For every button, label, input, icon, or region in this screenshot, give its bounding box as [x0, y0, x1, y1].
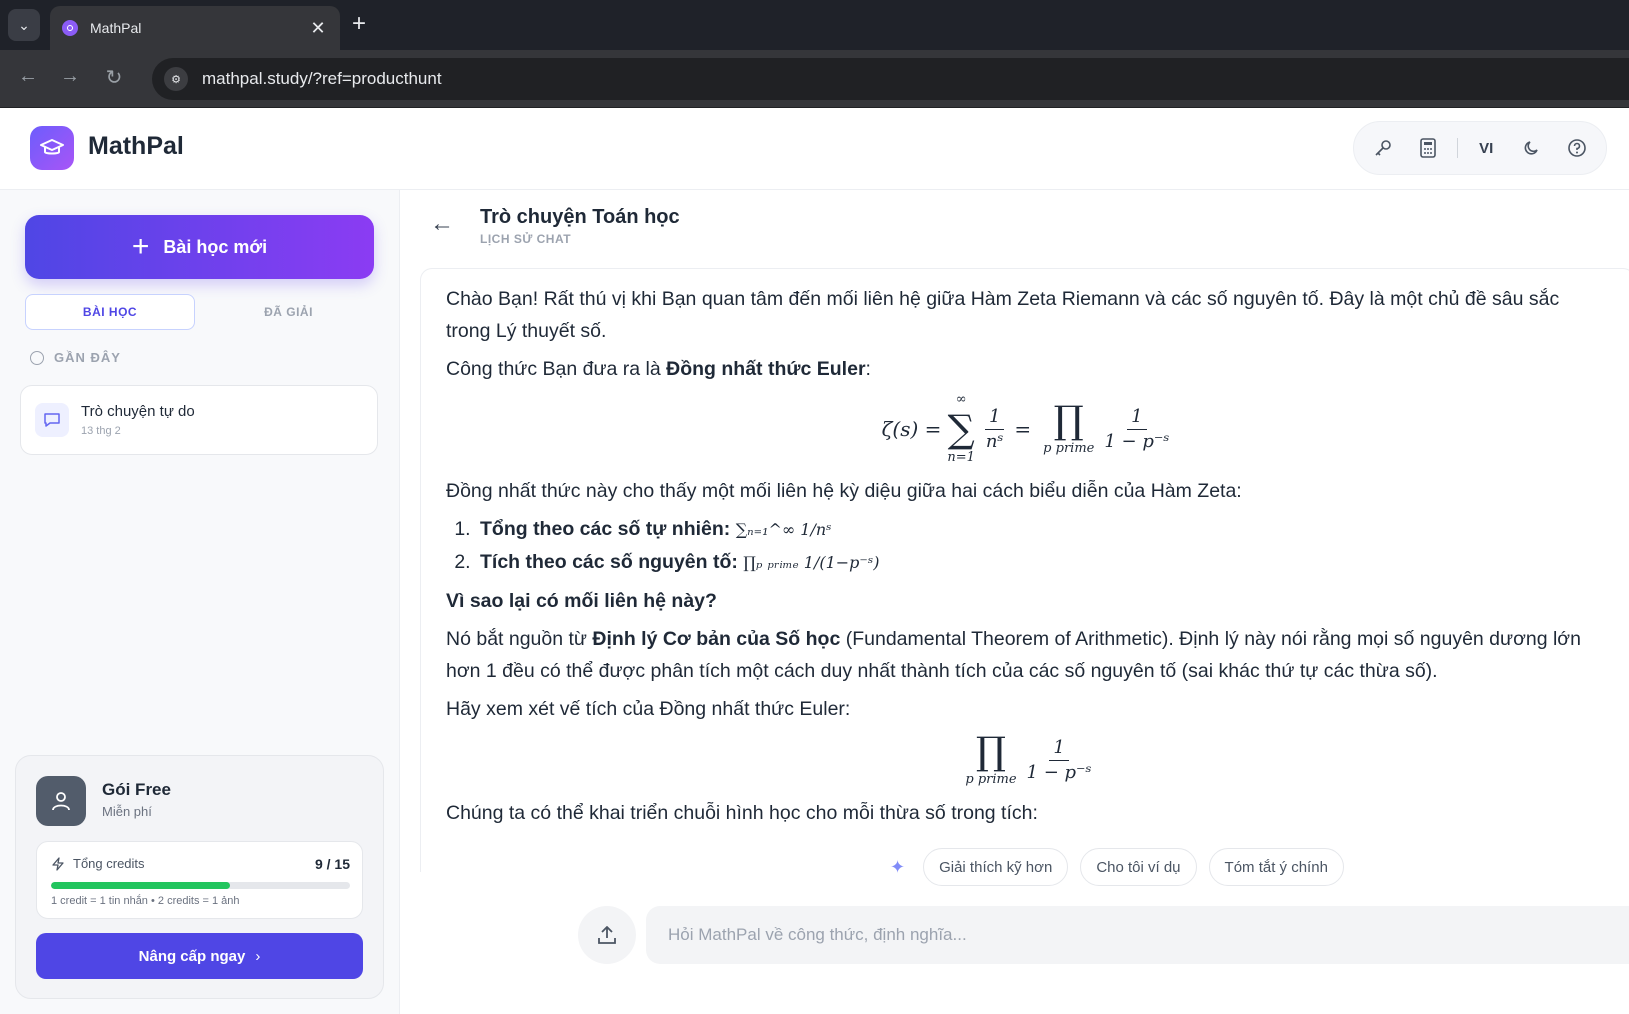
assistant-message: Chào Bạn! Rất thú vị khi Bạn quan tâm đế… [420, 268, 1629, 872]
fraction-euler-factor: 11 − p⁻ˢ [1026, 736, 1092, 783]
msg-formula-intro: Công thức Bạn đưa ra là Đồng nhất thức E… [446, 358, 871, 380]
formula-lhs: ζ(s) = [881, 417, 942, 441]
graduation-cap-logo-icon[interactable] [30, 126, 74, 170]
msg-explanation: Đồng nhất thức này cho thấy một mối liên… [446, 480, 1242, 502]
msg-product-intro: Hãy xem xét vế tích của Đồng nhất thức E… [446, 698, 851, 720]
chat-title: Trò chuyện Toán học [480, 206, 680, 228]
plan-price: Miễn phí [102, 804, 152, 819]
close-tab-icon[interactable]: ✕ [308, 18, 328, 39]
credits-box: Tổng credits 9 / 15 1 credit = 1 tin nhắ… [36, 841, 363, 919]
new-tab-icon[interactable]: + [352, 12, 366, 36]
app-header: MathPal VI [0, 108, 1629, 190]
chat-panel: ← Trò chuyện Toán học LỊCH SỬ CHAT Chào … [400, 190, 1629, 1014]
euler-identity-formula: ζ(s) = ∞ ∑ n=1 1 nˢ = ∏ p prime 11 − p⁻ˢ [881, 392, 1170, 465]
recent-label: GẦN ĐÂY [54, 350, 121, 365]
plan-name: Gói Free [102, 780, 171, 799]
suggestion-chip[interactable]: Tóm tắt ý chính [1208, 848, 1344, 886]
tab-search-button[interactable]: ⌄ [8, 9, 40, 41]
clock-icon [30, 350, 44, 365]
sum-symbol: ∞ ∑ n=1 [947, 392, 975, 465]
new-lesson-button[interactable]: + Bài học mới [25, 215, 374, 279]
suggestion-bar: ✦ Giải thích kỹ hơn Cho tôi ví dụ Tóm tắ… [890, 848, 1356, 886]
upgrade-label: Nâng cấp ngay [138, 947, 246, 965]
browser-tab-strip: ⌄ MathPal ✕ + [0, 0, 1629, 50]
omnibox[interactable]: ⚙ mathpal.study/?ref=producthunt [152, 58, 1629, 100]
key-icon[interactable] [1366, 131, 1400, 165]
tab-title: MathPal [90, 20, 142, 36]
forward-arrow-icon[interactable]: → [56, 65, 84, 88]
upgrade-button[interactable]: Nâng cấp ngay › [36, 933, 363, 979]
back-arrow-icon[interactable]: ← [14, 65, 42, 88]
brand-name[interactable]: MathPal [88, 132, 184, 161]
product-symbol: ∏ p prime [1043, 398, 1095, 456]
fraction-one-over-n-s: 1 nˢ [984, 405, 1005, 452]
msg-theorem: Nó bắt nguồn từ Định lý Cơ bản của Số họ… [446, 628, 1581, 682]
user-avatar-icon [36, 776, 86, 826]
tab-lessons[interactable]: BÀI HỌC [25, 294, 195, 330]
toolbar-divider [1456, 138, 1458, 158]
mathpal-favicon-icon [62, 20, 78, 36]
suggestion-chip[interactable]: Giải thích kỹ hơn [923, 848, 1069, 886]
url-text[interactable]: mathpal.study/?ref=producthunt [202, 69, 442, 89]
chat-input[interactable] [646, 906, 1629, 964]
help-icon[interactable] [1560, 131, 1594, 165]
msg-heading: Vì sao lại có mối liên hệ này? [446, 590, 717, 612]
credits-progress-fill [51, 882, 231, 889]
sidebar-tabs: BÀI HỌC ĐÃ GIẢI [25, 294, 374, 330]
upload-icon [598, 926, 616, 944]
sidebar: + Bài học mới BÀI HỌC ĐÃ GIẢI GẦN ĐÂY Tr… [0, 190, 400, 1014]
lightning-icon [52, 856, 64, 871]
new-lesson-label: Bài học mới [163, 236, 268, 257]
browser-tab[interactable]: MathPal ✕ [50, 6, 340, 50]
list-item: Tổng theo các số tự nhiên: ∑ₙ₌₁^∞ 1/nˢ [476, 513, 1609, 546]
credits-label: Tổng credits [73, 856, 145, 871]
chat-item-date: 13 thg 2 [81, 425, 121, 437]
recent-heading: GẦN ĐÂY [30, 350, 121, 365]
address-bar: ← → ↻ ⚙ mathpal.study/?ref=producthunt [0, 50, 1629, 108]
chat-subtitle: LỊCH SỬ CHAT [480, 232, 572, 246]
plus-icon: + [131, 230, 150, 263]
product-symbol: ∏ p prime [965, 729, 1017, 787]
plan-card: Gói Free Miễn phí Tổng credits 9 / 15 1 … [15, 755, 384, 999]
msg-expansion: Chúng ta có thể khai triển chuỗi hình họ… [446, 802, 1038, 824]
chat-header: ← Trò chuyện Toán học LỊCH SỬ CHAT [400, 190, 1629, 260]
chat-bubble-icon [35, 403, 69, 437]
representation-list: Tổng theo các số tự nhiên: ∑ₙ₌₁^∞ 1/nˢ T… [476, 513, 1609, 579]
calculator-icon[interactable] [1411, 131, 1445, 165]
credits-value: 9 / 15 [314, 856, 350, 872]
credits-note: 1 credit = 1 tin nhắn • 2 credits = 1 ản… [51, 895, 240, 907]
credits-progress-bar [51, 882, 350, 889]
sparkle-icon: ✦ [890, 856, 906, 877]
fraction-euler-factor: 11 − p⁻ˢ [1104, 405, 1170, 452]
language-switch[interactable]: VI [1469, 131, 1503, 165]
suggestion-chip[interactable]: Cho tôi ví dụ [1080, 848, 1197, 886]
upload-button[interactable] [578, 906, 636, 964]
chat-history-item[interactable]: Trò chuyện tự do 13 thg 2 [20, 385, 378, 455]
msg-intro: Chào Bạn! Rất thú vị khi Bạn quan tâm đế… [446, 288, 1560, 342]
site-settings-icon[interactable]: ⚙ [164, 67, 188, 91]
list-item: Tích theo các số nguyên tố: ∏ₚ ₚᵣᵢₘₑ 1/(… [476, 546, 1609, 579]
moon-icon[interactable] [1515, 131, 1549, 165]
chat-item-name: Trò chuyện tự do [81, 403, 195, 420]
back-arrow-icon[interactable]: ← [430, 210, 454, 238]
credits-label-row: Tổng credits [51, 856, 145, 871]
tab-solved[interactable]: ĐÃ GIẢI [203, 294, 374, 330]
header-toolbar: VI [1353, 121, 1607, 175]
reload-icon[interactable]: ↻ [100, 65, 128, 90]
chevron-right-icon: › [255, 947, 261, 965]
product-formula: ∏ p prime 11 − p⁻ˢ [446, 731, 1609, 789]
